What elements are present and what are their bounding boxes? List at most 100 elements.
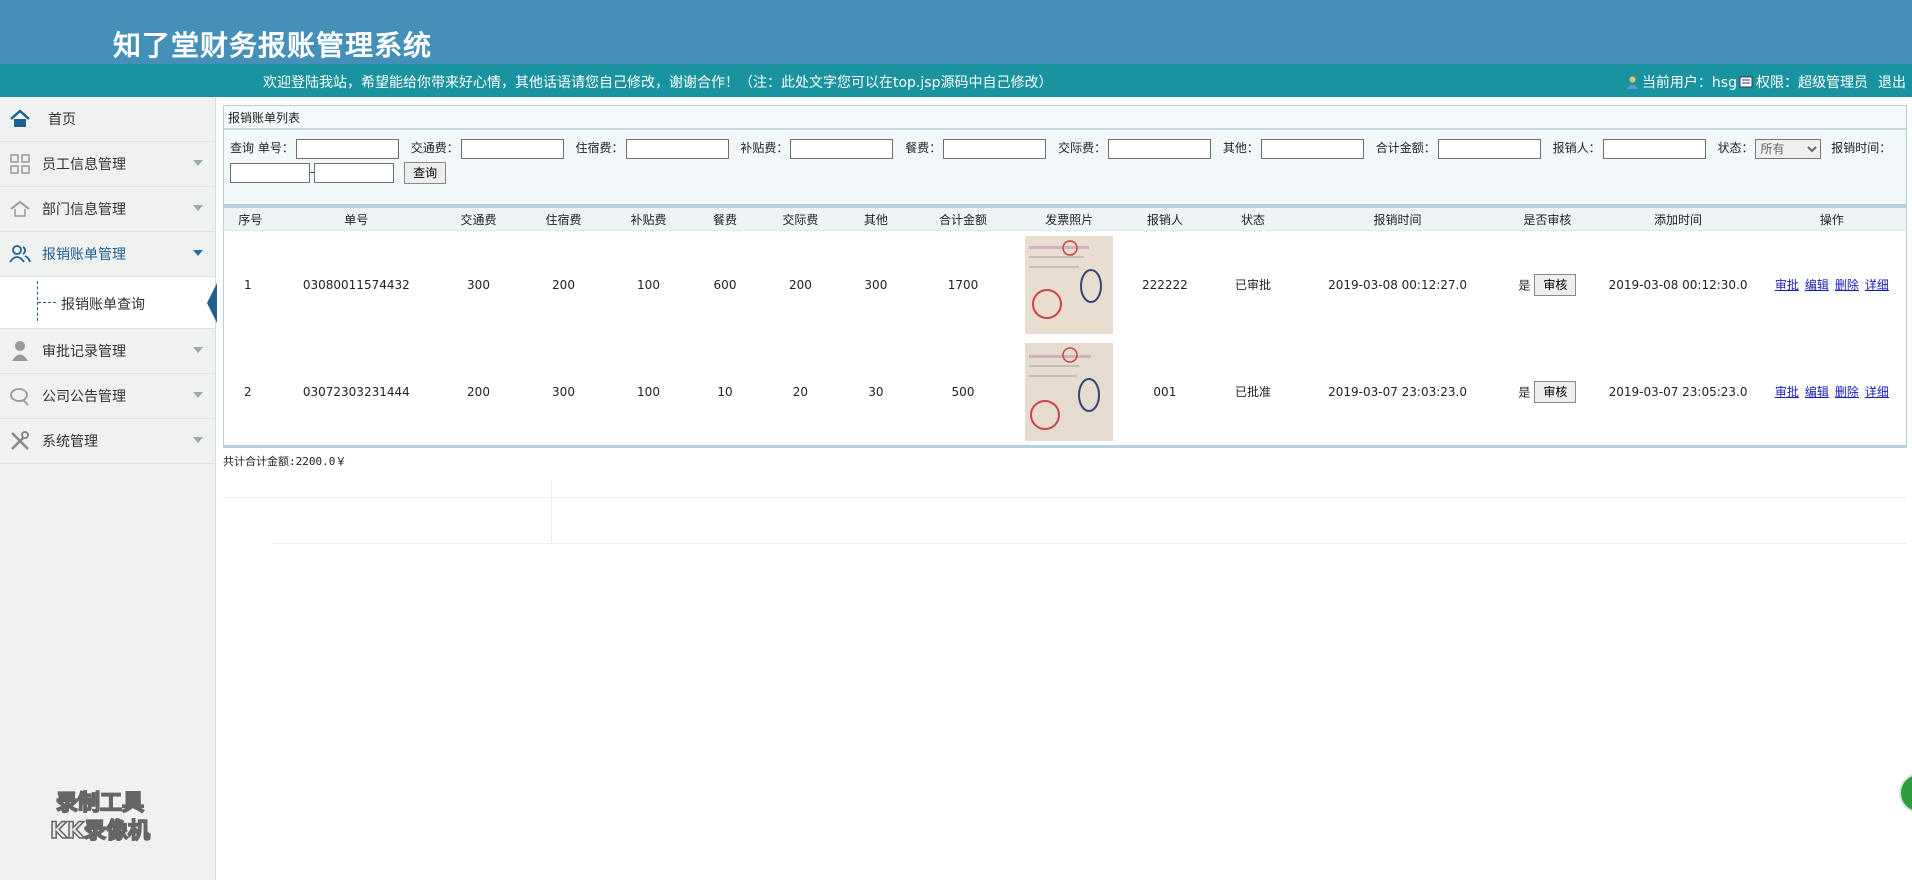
floating-widget-icon[interactable] — [1899, 773, 1912, 813]
cell-order-no: 03080011574432 — [302, 277, 410, 292]
col-header: 交通费 — [436, 206, 521, 231]
approve-link[interactable]: 审批 — [1775, 278, 1799, 292]
traffic-fee-input[interactable] — [460, 138, 564, 159]
cell-subsidy: 100 — [637, 277, 660, 292]
detail-link[interactable]: 详细 — [1865, 385, 1889, 399]
social-fee-input[interactable] — [1108, 138, 1212, 159]
cell-ops: 审批 编辑 删除 详细 — [1758, 339, 1907, 447]
sidebar-item-label: 公司公告管理 — [42, 389, 126, 405]
user-icon — [1625, 75, 1640, 90]
table-header-row: 序号 单号 交通费 住宿费 补贴费 餐费 交际费 其他 合计金额 发票照片 报销… — [223, 206, 1907, 231]
cell-social: 20 — [792, 384, 809, 399]
cell-time: 2019-03-07 23:03:23.0 — [1328, 384, 1468, 399]
detail-link[interactable]: 详细 — [1865, 278, 1889, 292]
end-date-input[interactable] — [314, 162, 395, 183]
query-label: 查询 — [230, 141, 255, 155]
invoice-photo[interactable] — [1025, 342, 1114, 441]
sidebar-item-label: 报销账单管理 — [42, 247, 126, 263]
chevron-down-icon — [193, 205, 203, 211]
logout-link[interactable]: 退出 — [1878, 72, 1906, 92]
col-header: 餐费 — [691, 206, 759, 231]
cell-meal: 10 — [717, 384, 733, 399]
cell-lodging: 200 — [552, 277, 575, 292]
total-amount-input[interactable] — [1437, 138, 1541, 159]
sidebar-item-approval[interactable]: 审批记录管理 — [0, 329, 215, 374]
cell-total: 500 — [951, 384, 975, 399]
field-label: 餐费： — [905, 141, 942, 155]
audit-button[interactable]: 审核 — [1534, 380, 1577, 403]
approve-link[interactable]: 审批 — [1775, 385, 1799, 399]
sidebar-item-label: 部门信息管理 — [42, 202, 126, 218]
active-indicator-icon — [207, 283, 217, 323]
cell-added: 2019-03-07 23:05:23.0 — [1608, 384, 1748, 399]
panel-title: 报销账单列表 — [224, 106, 1906, 130]
person-icon — [8, 339, 32, 363]
divider — [223, 497, 1907, 498]
search-button[interactable]: 查询 — [404, 161, 447, 184]
sidebar: 首页 员工信息管理 部门信息管理 报销账单管理 报销账单查询 审批记录管理 公司… — [0, 97, 217, 880]
audit-button[interactable]: 审核 — [1534, 273, 1577, 296]
expense-table: 序号 单号 交通费 住宿费 补贴费 餐费 交际费 其他 合计金额 发票照片 报销… — [223, 205, 1907, 448]
delete-link[interactable]: 删除 — [1835, 385, 1859, 399]
cell-meal: 600 — [713, 277, 737, 292]
delete-link[interactable]: 删除 — [1835, 278, 1859, 292]
sidebar-item-department[interactable]: 部门信息管理 — [0, 187, 215, 232]
edit-link[interactable]: 编辑 — [1805, 278, 1829, 292]
field-label: 合计金额： — [1375, 141, 1436, 155]
field-label: 交际费： — [1058, 141, 1107, 155]
cell-total: 1700 — [947, 277, 979, 292]
permission-label: 权限：超级管理员 — [1756, 75, 1868, 91]
table-row: 2 03072303231444 200 300 100 10 20 30 50… — [224, 339, 1907, 447]
cell-status: 已审批 — [1235, 278, 1272, 293]
cell-applicant: 222222 — [1141, 277, 1188, 292]
edit-link[interactable]: 编辑 — [1805, 385, 1829, 399]
cell-audited: 是审核 — [1496, 231, 1598, 339]
sidebar-item-home[interactable]: 首页 — [0, 97, 215, 142]
order-no-input[interactable] — [295, 138, 399, 159]
cell-other: 30 — [868, 384, 884, 399]
cell-traffic: 200 — [467, 384, 490, 399]
main-content: 报销账单列表 查询 单号： 交通费： 住宿费： 补贴费： 餐费： 交际费： 其他… — [223, 105, 1907, 205]
start-date-input[interactable] — [230, 162, 310, 183]
total-summary: 共计合计金额:2200.0￥ — [223, 455, 347, 468]
watermark-line: KK录像机 — [49, 818, 151, 845]
col-header: 发票照片 — [1016, 206, 1123, 231]
sidebar-subitem-label: 报销账单查询 — [61, 297, 145, 313]
sidebar-item-employee[interactable]: 员工信息管理 — [0, 142, 215, 187]
field-label: 补贴费： — [740, 141, 789, 155]
cell-ops: 审批 编辑 删除 详细 — [1758, 231, 1907, 339]
cell-time: 2019-03-08 00:12:27.0 — [1328, 277, 1468, 292]
sidebar-item-expense[interactable]: 报销账单管理 — [0, 232, 215, 277]
cell-status: 已批准 — [1235, 385, 1272, 400]
sidebar-item-notice[interactable]: 公司公告管理 — [0, 374, 215, 419]
cell-photo — [1016, 231, 1122, 339]
divider — [551, 480, 552, 542]
cell-seq: 2 — [244, 384, 252, 399]
permission-icon — [1739, 75, 1754, 90]
cell-subsidy: 100 — [637, 384, 660, 399]
tree-branch — [38, 302, 56, 303]
applicant-input[interactable] — [1602, 138, 1706, 159]
app-header: 知了堂财务报账管理系统 — [0, 0, 1912, 64]
cell-lodging: 300 — [552, 384, 575, 399]
invoice-photo[interactable] — [1025, 235, 1114, 334]
col-header: 交际费 — [759, 206, 842, 231]
other-fee-input[interactable] — [1260, 138, 1364, 159]
subsidy-fee-input[interactable] — [790, 138, 894, 159]
top-info-bar: 欢迎登陆我站，希望能给你带来好心情，其他话语请您自己修改，谢谢合作！（注：此处文… — [0, 64, 1912, 97]
watermark-line: 录制工具 — [55, 790, 145, 817]
sidebar-subitem-expense-query[interactable]: 报销账单查询 — [0, 277, 217, 329]
status-select[interactable]: 所有 — [1755, 138, 1822, 159]
house-outline-icon — [8, 197, 32, 221]
field-label: 报销时间： — [1831, 141, 1892, 155]
lodging-fee-input[interactable] — [625, 138, 729, 159]
cell-added: 2019-03-08 00:12:30.0 — [1608, 277, 1748, 292]
cell-seq: 1 — [244, 277, 252, 292]
meal-fee-input[interactable] — [943, 138, 1047, 159]
col-header: 状态 — [1207, 206, 1299, 231]
field-label: 状态： — [1717, 141, 1754, 155]
sidebar-item-label: 首页 — [48, 112, 76, 128]
audited-value: 是 — [1518, 385, 1531, 400]
sidebar-item-system[interactable]: 系统管理 — [0, 419, 215, 464]
welcome-message: 欢迎登陆我站，希望能给你带来好心情，其他话语请您自己修改，谢谢合作！（注：此处文… — [263, 75, 1053, 91]
